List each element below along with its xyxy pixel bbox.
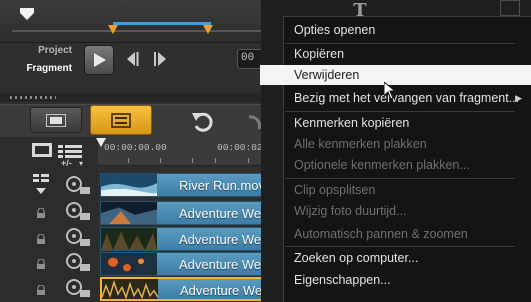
menu-item-paste-optional-attributes[interactable]: Optionele kenmerken plakken... — [294, 155, 524, 175]
menu-item-copy[interactable]: Kopiëren — [294, 44, 524, 64]
overlay-track-icon[interactable] — [64, 201, 96, 223]
menu-item-open-options[interactable]: Opties openen — [294, 20, 524, 40]
storyboard-view-button[interactable] — [30, 107, 82, 133]
track-dropdown-arrow[interactable]: ▾ — [79, 159, 83, 168]
lock-icon[interactable] — [36, 208, 46, 218]
trim-range-bar — [113, 22, 211, 25]
menu-item-change-photo-duration[interactable]: Wijzig foto duurtijd... — [294, 201, 524, 221]
ruler-tick — [128, 158, 129, 163]
trim-in-marker[interactable] — [108, 25, 118, 34]
menu-item-properties[interactable]: Eigenschappen... — [294, 270, 524, 290]
timeline-clip[interactable]: Adventure We — [100, 201, 265, 225]
clip-thumbnail — [101, 174, 157, 196]
play-button[interactable] — [84, 45, 114, 75]
trim-out-marker[interactable] — [203, 25, 213, 34]
next-frame-icon[interactable] — [153, 52, 169, 66]
fragment-mode-label[interactable]: Fragment — [4, 63, 72, 74]
timeline-clip[interactable]: Adventure We — [100, 227, 265, 251]
clip-name: River Run.mov — [179, 178, 265, 193]
mouse-cursor-icon — [384, 82, 396, 100]
track-list-icon[interactable] — [58, 144, 82, 158]
undo-icon[interactable] — [190, 109, 216, 133]
clip-thumbnail — [101, 253, 157, 275]
menu-item-search-computer[interactable]: Zoeken op computer... — [294, 248, 524, 268]
dock-corner-button[interactable] — [500, 0, 520, 16]
previous-frame-icon[interactable] — [124, 52, 140, 66]
trim-track — [12, 30, 264, 32]
clip-thumbnail — [102, 279, 158, 299]
video-track-collapse-icon[interactable] — [32, 172, 50, 196]
filmstrip-icon — [46, 114, 66, 127]
menu-item-split-clip[interactable]: Clip opsplitsen — [294, 180, 524, 200]
menu-item-replace-clip-label: Bezig met het vervangen van fragment... — [294, 91, 520, 105]
timeline-view-button[interactable] — [90, 105, 152, 135]
timeline-clip-selected[interactable]: Adventure We — [100, 277, 265, 301]
storyboard-mini-icon[interactable] — [32, 143, 52, 157]
submenu-arrow-icon: ▶ — [515, 93, 522, 103]
video-track-icon[interactable] — [64, 175, 96, 197]
lock-icon[interactable] — [36, 234, 46, 244]
ruler-tick — [160, 158, 161, 163]
clip-name: Adventure We — [179, 232, 262, 247]
menu-separator — [285, 246, 515, 247]
menu-item-auto-pan-zoom[interactable]: Automatisch pannen & zoomen — [294, 224, 524, 244]
ruler-tick — [215, 158, 216, 163]
menu-item-paste-all-attributes[interactable]: Alle kenmerken plakken — [294, 134, 524, 154]
overlay-track-icon[interactable] — [64, 278, 96, 300]
lock-icon[interactable] — [36, 259, 46, 269]
track-add-remove-control[interactable]: +/- — [61, 158, 72, 168]
play-icon — [94, 53, 106, 67]
timeline-clip[interactable]: River Run.mov — [100, 173, 265, 197]
lock-icon[interactable] — [36, 285, 46, 295]
timeline-view-icon — [111, 113, 131, 128]
ruler-tick — [248, 158, 249, 163]
menu-item-copy-attributes[interactable]: Kenmerken kopiëren — [294, 113, 524, 133]
splitter-grip — [10, 96, 56, 99]
ruler-time-start: 00:00:00.00 — [104, 142, 167, 153]
project-mode-label[interactable]: Project — [4, 45, 72, 56]
clip-thumbnail — [101, 202, 157, 224]
clip-thumbnail — [101, 228, 157, 250]
clip-name: Adventure We — [179, 257, 262, 272]
clip-name: Adventure We — [180, 283, 263, 298]
menu-separator — [285, 111, 515, 112]
overlay-track-icon[interactable] — [64, 252, 96, 274]
menu-separator — [285, 178, 515, 179]
menu-item-replace-clip[interactable]: Bezig met het vervangen van fragment... … — [294, 88, 524, 108]
scrubber-handle[interactable] — [20, 8, 34, 20]
timeline-clip[interactable]: Adventure We — [100, 252, 265, 276]
ruler-tick — [192, 158, 193, 163]
overlay-track-icon[interactable] — [64, 227, 96, 249]
clip-name: Adventure We — [179, 206, 262, 221]
